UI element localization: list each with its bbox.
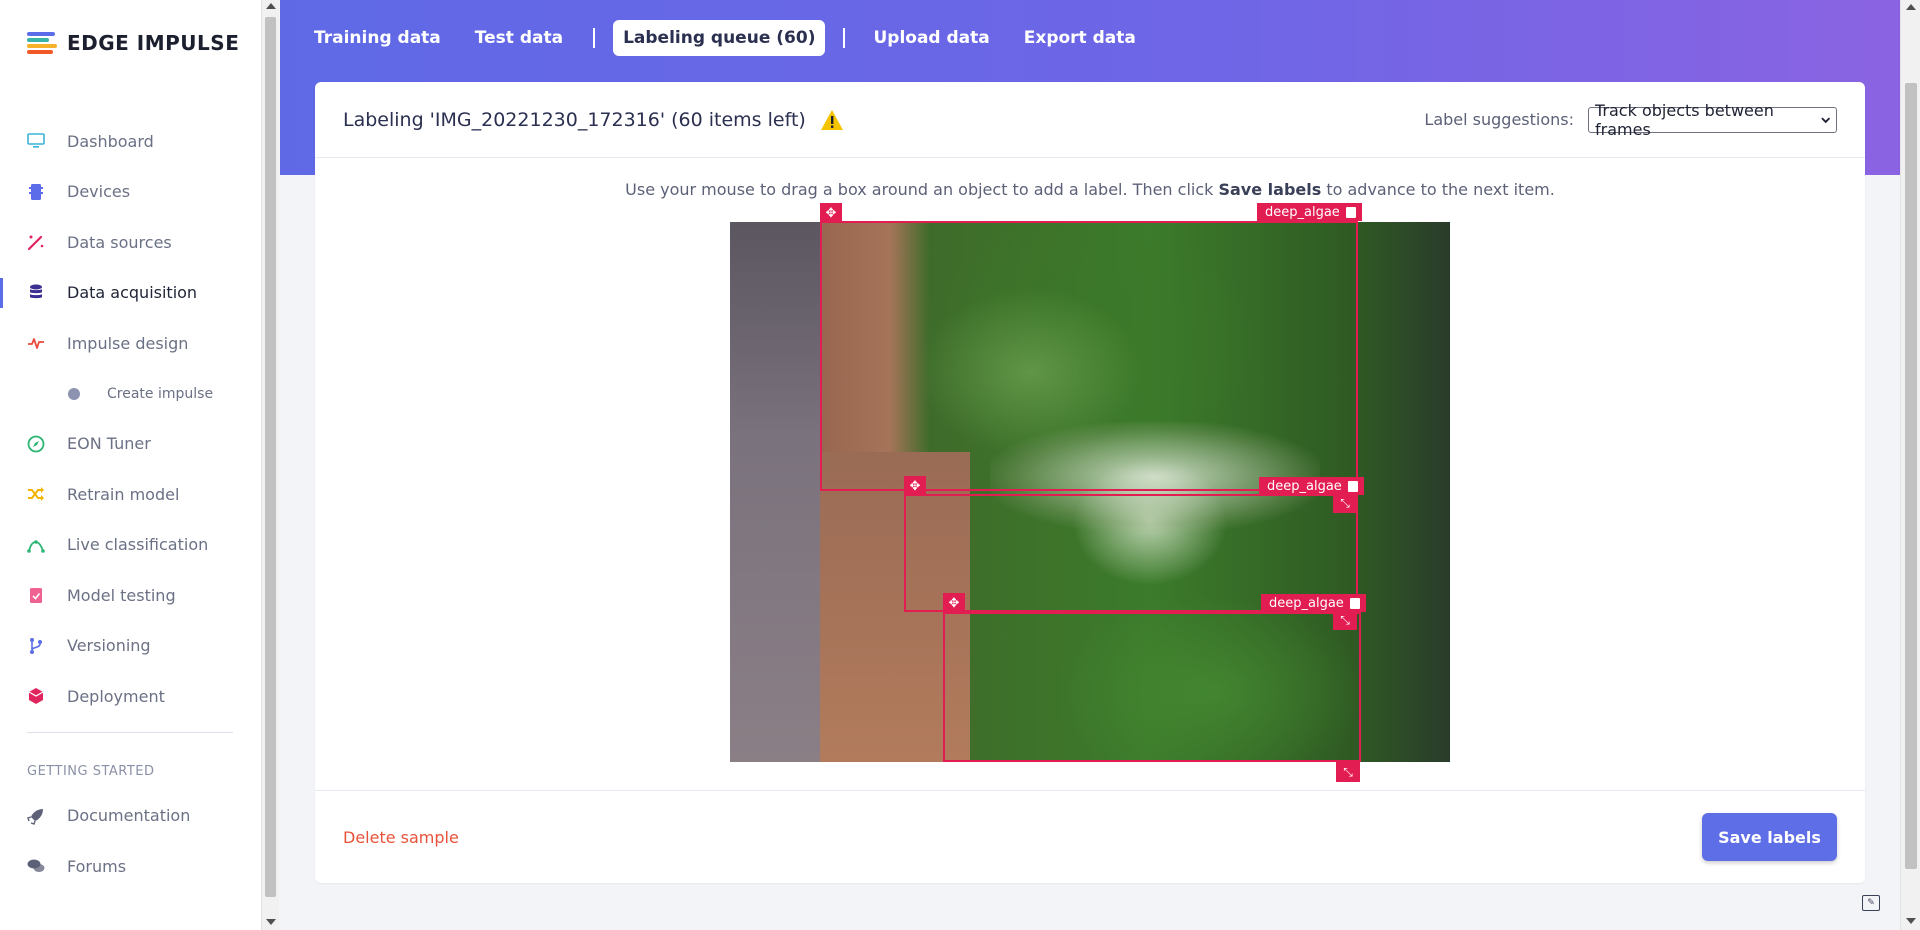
sidebar-subitem-create-impulse[interactable]: Create impulse — [0, 369, 261, 419]
tab-labeling-queue[interactable]: Labeling queue (60) — [613, 20, 826, 56]
label-suggestions-select[interactable]: Track objects between frames — [1588, 101, 1837, 139]
trash-icon[interactable] — [1349, 597, 1360, 609]
sidebar-subitem-label: Create impulse — [107, 385, 214, 402]
chevron-down-icon — [1820, 116, 1830, 123]
sidebar-item-retrain-model[interactable]: Retrain model — [0, 469, 261, 520]
sidebar-item-live-classification[interactable]: Live classification — [0, 520, 261, 571]
brand-name: EDGE IMPULSE — [67, 31, 240, 55]
rocket-icon — [27, 807, 45, 825]
save-labels-button[interactable]: Save labels — [1702, 813, 1837, 861]
bounding-box[interactable] — [943, 612, 1361, 762]
instructions-text: Use your mouse to drag a box around an o… — [625, 180, 1219, 199]
data-tabs: Training data Test data Labeling queue (… — [304, 20, 1160, 56]
label-suggestions-value: Track objects between frames — [1595, 100, 1774, 139]
scrollbar-thumb[interactable] — [265, 17, 276, 897]
sidebar-item-label: Deployment — [67, 686, 165, 706]
shuffle-icon — [27, 485, 45, 503]
scroll-up-icon[interactable] — [1906, 4, 1916, 10]
instructions-text-end: to advance to the next item. — [1321, 180, 1555, 199]
feedback-icon[interactable]: ✎ — [1862, 895, 1880, 911]
resize-icon[interactable]: ⤡ — [1333, 493, 1357, 513]
warning-icon[interactable] — [820, 109, 844, 131]
resize-icon[interactable]: ⤡ — [1336, 762, 1360, 782]
labeling-title: Labeling 'IMG_20221230_172316' (60 items… — [343, 108, 806, 131]
pulse-icon — [27, 334, 45, 352]
sidebar-item-forums[interactable]: Forums — [0, 841, 261, 892]
sidebar-item-label: EON Tuner — [67, 434, 151, 454]
image-region — [730, 222, 820, 762]
sidebar-nav: Dashboard Devices Data sources Data acqu… — [0, 116, 261, 892]
bounding-box-label-text: deep_algae — [1265, 204, 1340, 220]
tab-test-data[interactable]: Test data — [465, 20, 573, 56]
tab-export-data[interactable]: Export data — [1014, 20, 1146, 56]
sidebar-section-heading: GETTING STARTED — [27, 764, 155, 779]
bounding-box-label-text: deep_algae — [1267, 478, 1342, 494]
scroll-down-icon[interactable] — [266, 919, 276, 925]
trash-icon[interactable] — [1345, 206, 1356, 218]
sidebar-item-label: Data acquisition — [67, 283, 198, 303]
sidebar-item-label: Retrain model — [67, 484, 180, 504]
sidebar-divider — [27, 731, 233, 733]
monitor-icon — [27, 132, 45, 150]
scroll-down-icon[interactable] — [1906, 918, 1916, 924]
clipboard-check-icon — [27, 586, 45, 604]
move-icon[interactable]: ✥ — [943, 593, 965, 613]
bounding-box[interactable] — [820, 221, 1358, 491]
scrollbar-thumb[interactable] — [1905, 83, 1917, 869]
trash-icon[interactable] — [1347, 480, 1358, 492]
sidebar-item-label: Forums — [67, 856, 127, 876]
bounding-box-label-text: deep_algae — [1269, 595, 1344, 611]
labeling-card: Labeling 'IMG_20221230_172316' (60 items… — [315, 82, 1865, 883]
card-header: Labeling 'IMG_20221230_172316' (60 items… — [315, 82, 1865, 158]
sidebar-item-label: Devices — [67, 182, 131, 202]
chip-icon — [27, 183, 45, 201]
sidebar-item-label: Impulse design — [67, 333, 189, 353]
sidebar-item-label: Model testing — [67, 585, 176, 605]
move-icon[interactable]: ✥ — [820, 203, 842, 223]
comments-icon — [27, 857, 45, 875]
sidebar-item-label: Data sources — [67, 232, 172, 252]
card-footer: Delete sample Save labels — [315, 790, 1865, 883]
brand[interactable]: EDGE IMPULSE — [27, 30, 239, 56]
sidebar-item-model-testing[interactable]: Model testing — [0, 570, 261, 621]
scroll-up-icon[interactable] — [266, 3, 276, 9]
sidebar-item-label: Versioning — [67, 636, 151, 656]
sidebar-item-data-acquisition[interactable]: Data acquisition — [0, 268, 261, 319]
sidebar-item-eon-tuner[interactable]: EON Tuner — [0, 419, 261, 470]
sidebar-item-dashboard[interactable]: Dashboard — [0, 116, 261, 167]
graph-icon — [27, 536, 45, 554]
card-title: Labeling 'IMG_20221230_172316' (60 items… — [343, 109, 844, 131]
sidebar-scrollbar[interactable] — [261, 0, 279, 930]
cube-icon — [27, 687, 45, 705]
page-scrollbar[interactable] — [1900, 0, 1920, 930]
sidebar-item-impulse-design[interactable]: Impulse design — [0, 318, 261, 369]
sidebar-item-data-sources[interactable]: Data sources — [0, 217, 261, 268]
sidebar-item-deployment[interactable]: Deployment — [0, 671, 261, 722]
bullet-icon — [68, 387, 80, 400]
sidebar-item-label: Documentation — [67, 806, 191, 826]
sidebar-item-versioning[interactable]: Versioning — [0, 621, 261, 672]
label-suggestions-label: Label suggestions: — [1424, 110, 1574, 129]
edge-impulse-logo-icon — [27, 30, 61, 56]
database-icon — [27, 284, 45, 302]
tab-training-data[interactable]: Training data — [304, 20, 451, 56]
resize-icon[interactable]: ⤡ — [1333, 610, 1357, 630]
wand-icon — [27, 233, 45, 251]
tab-divider — [843, 28, 846, 48]
sidebar: EDGE IMPULSE Dashboard Devices Data sour… — [0, 0, 261, 930]
branch-icon — [27, 637, 45, 655]
labeling-instructions: Use your mouse to drag a box around an o… — [315, 180, 1865, 199]
delete-sample-link[interactable]: Delete sample — [343, 828, 459, 847]
compass-icon — [27, 435, 45, 453]
label-suggestions: Label suggestions: Track objects between… — [1424, 101, 1837, 139]
sidebar-item-label: Dashboard — [67, 131, 154, 151]
sidebar-item-documentation[interactable]: Documentation — [0, 791, 261, 842]
move-icon[interactable]: ✥ — [904, 476, 926, 496]
tab-divider — [593, 28, 596, 48]
bounding-box-label[interactable]: deep_algae — [1257, 203, 1362, 221]
sidebar-item-devices[interactable]: Devices — [0, 167, 261, 218]
sidebar-item-label: Live classification — [67, 535, 209, 555]
instructions-save-emphasis: Save labels — [1218, 180, 1322, 199]
tab-upload-data[interactable]: Upload data — [863, 20, 999, 56]
